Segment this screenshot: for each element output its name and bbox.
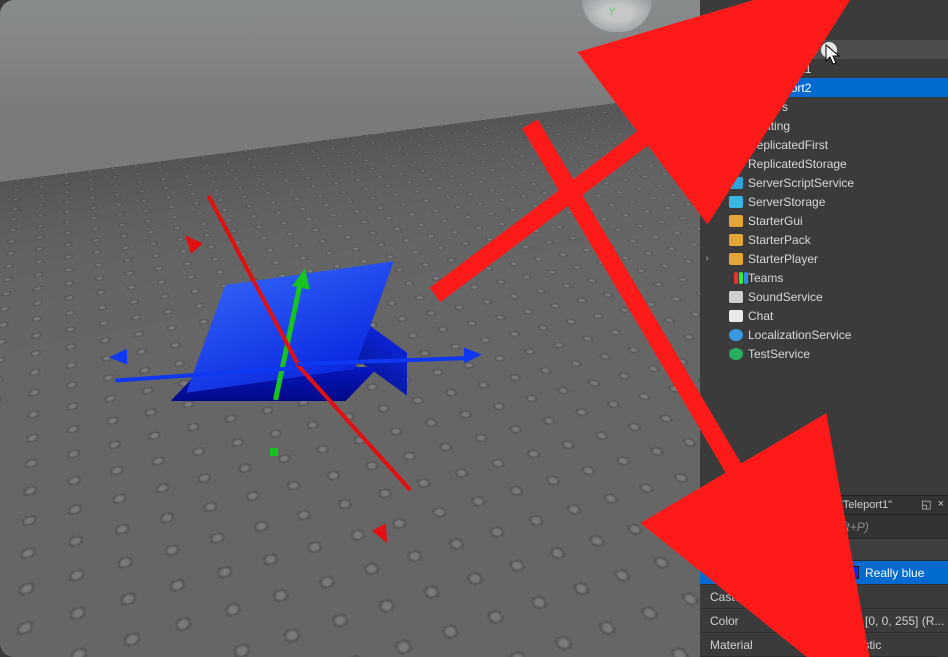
ter-icon <box>742 23 758 39</box>
properties-filter-input[interactable] <box>700 515 948 538</box>
loc-icon <box>728 327 744 343</box>
brickcolor-swatch-icon[interactable] <box>846 566 859 579</box>
explorer-item-label: StarterGui <box>748 214 803 228</box>
test-icon <box>728 346 744 362</box>
explorer-item[interactable]: Players <box>700 97 948 116</box>
close-icon[interactable]: × <box>938 498 944 511</box>
explorer-item-label: ServerScriptService <box>748 176 854 190</box>
explorer-item-label: Teams <box>748 271 783 285</box>
axis-y-label: Y <box>608 6 615 18</box>
explorer-item[interactable]: SoundService <box>700 287 948 306</box>
properties-title: Properties - Part "Teleport1" <box>756 499 892 511</box>
explorer-item-label: Terrain <box>762 24 799 38</box>
explorer-item-label: Players <box>748 100 788 114</box>
ss-icon <box>728 194 744 210</box>
explorer-item[interactable]: TestService <box>700 344 948 363</box>
expander-icon[interactable]: › <box>700 253 714 264</box>
fld-icon <box>728 213 744 229</box>
explorer-item[interactable]: Camera <box>700 2 948 21</box>
explorer-item[interactable]: Teams <box>700 268 948 287</box>
part-icon <box>742 42 758 58</box>
chat-icon <box>728 308 744 324</box>
explorer-item[interactable]: › StarterPlayer <box>700 249 948 268</box>
property-value: [0, 0, 255] (R... <box>865 614 944 628</box>
property-key: Color <box>700 609 840 632</box>
properties-section-header[interactable]: Appearance <box>700 539 948 561</box>
property-row-material[interactable]: Material Plastic <box>700 633 948 657</box>
explorer-item[interactable]: Teleport1 <box>700 59 948 78</box>
property-value: Plastic <box>846 638 881 652</box>
property-row-castshadow[interactable]: CastShadow ✓ <box>700 585 948 609</box>
ply-icon <box>728 99 744 115</box>
explorer-item-label: Lighting <box>748 119 790 133</box>
explorer-item[interactable]: StarterGui <box>700 211 948 230</box>
rs-icon <box>728 156 744 172</box>
property-key: CastShadow <box>700 585 840 608</box>
explorer-item-label: TestService <box>748 347 810 361</box>
lig-icon <box>728 118 744 134</box>
explorer-item[interactable]: ServerScriptService <box>700 173 948 192</box>
properties-title-bar[interactable]: Properties - Part "Teleport1" ◱ × <box>700 495 948 515</box>
explorer-item[interactable]: Teleport2 <box>700 78 948 97</box>
explorer-tree[interactable]: Camera Terrain Baseplate + Teleport1 Teleport… <box>700 2 948 363</box>
property-row-color[interactable]: Color [0, 0, 255] (R... <box>700 609 948 633</box>
color-swatch-icon[interactable] <box>846 614 859 627</box>
fld-icon <box>728 251 744 267</box>
rf-icon <box>728 137 744 153</box>
property-row-brickcolor[interactable]: BrickColor Really blue <box>700 561 948 585</box>
add-child-button[interactable]: + <box>821 42 837 58</box>
explorer-item-label: SoundService <box>748 290 823 304</box>
properties-section-label: Appearance <box>708 543 777 557</box>
selection-dot-icon <box>270 448 278 456</box>
side-panel: Camera Terrain Baseplate + Teleport1 Teleport… <box>700 0 948 657</box>
explorer-item[interactable]: Lighting <box>700 116 948 135</box>
selected-part[interactable] <box>115 230 445 450</box>
castshadow-checkbox[interactable]: ✓ <box>846 591 858 603</box>
explorer-panel[interactable]: Camera Terrain Baseplate + Teleport1 Teleport… <box>700 0 948 495</box>
snd-icon <box>728 289 744 305</box>
explorer-item[interactable]: ServerStorage <box>700 192 948 211</box>
explorer-item-label: Teleport2 <box>762 81 811 95</box>
explorer-item-label: ReplicatedFirst <box>748 138 828 152</box>
explorer-item-label: Baseplate <box>762 43 815 57</box>
property-key: Material <box>700 633 840 656</box>
explorer-item[interactable]: Terrain <box>700 21 948 40</box>
explorer-item-label: StarterPack <box>748 233 811 247</box>
explorer-item[interactable]: Baseplate + <box>700 40 948 59</box>
fld-icon <box>728 232 744 248</box>
popout-icon[interactable]: ◱ <box>921 498 931 511</box>
explorer-item-label: LocalizationService <box>748 328 851 342</box>
explorer-item[interactable]: LocalizationService <box>700 325 948 344</box>
sss-icon <box>728 175 744 191</box>
axis-z-arrow-icon[interactable] <box>179 230 203 254</box>
cam-icon <box>742 4 758 20</box>
viewport-3d[interactable]: Y <box>0 0 700 657</box>
team-icon <box>728 270 744 286</box>
explorer-item-label: Camera <box>762 5 805 19</box>
properties-panel: Properties - Part "Teleport1" ◱ × Appear… <box>700 495 948 657</box>
app-root: { "viewport": { "axis_label": "Y", "sele… <box>0 0 948 657</box>
explorer-item[interactable]: StarterPack <box>700 230 948 249</box>
explorer-item[interactable]: Chat <box>700 306 948 325</box>
property-value: Really blue <box>865 566 924 580</box>
explorer-item[interactable]: ReplicatedStorage <box>700 154 948 173</box>
explorer-item-label: Chat <box>748 309 773 323</box>
part-icon <box>742 61 758 77</box>
explorer-item-label: Teleport1 <box>762 62 811 76</box>
explorer-item-label: ServerStorage <box>748 195 825 209</box>
part-icon <box>742 80 758 96</box>
properties-filter[interactable] <box>700 515 948 539</box>
explorer-item-label: StarterPlayer <box>748 252 818 266</box>
property-key: BrickColor <box>700 561 840 584</box>
explorer-item-label: ReplicatedStorage <box>748 157 847 171</box>
explorer-item[interactable]: ReplicatedFirst <box>700 135 948 154</box>
